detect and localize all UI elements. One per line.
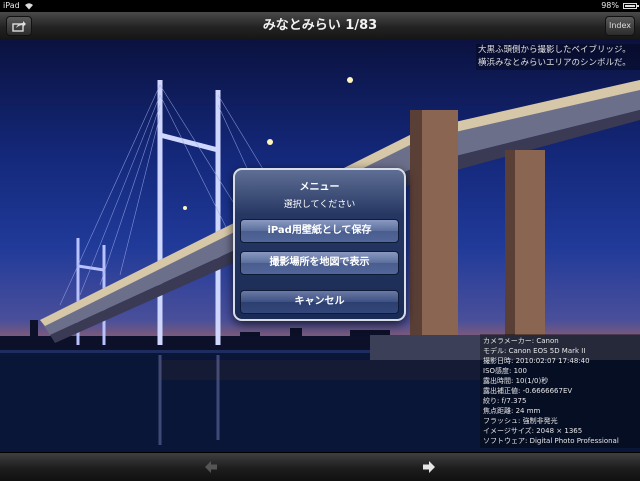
index-button[interactable]: Index: [605, 16, 635, 36]
bottom-toolbar: [0, 452, 640, 481]
exif-line: ISO感度: 100: [483, 367, 527, 375]
menu-title: メニュー: [299, 182, 340, 193]
exif-info: カメラメーカー: Canon モデル: Canon EOS 5D Mark II…: [480, 334, 640, 448]
exif-line: ソフトウェア: Digital Photo Professional: [483, 437, 619, 445]
exif-line: 露出補正値: -0.6666667EV: [483, 387, 573, 395]
carrier-label: iPad: [3, 1, 20, 10]
navigation-bar: みなとみらい 1/83 Index: [0, 12, 640, 41]
exif-line: カメラメーカー: Canon: [483, 337, 559, 345]
exif-line: 絞り: f/7.375: [483, 397, 527, 405]
exif-line: 撮影日時: 2010:02:07 17:48:40: [483, 357, 590, 365]
cancel-button[interactable]: キャンセル: [240, 290, 399, 314]
exif-line: フラッシュ: 強制非発光: [483, 417, 558, 425]
exif-line: 露出時間: 10(1/0)秒: [483, 377, 549, 385]
battery-percent: 98%: [601, 1, 619, 10]
arrow-left-icon[interactable]: [204, 460, 218, 474]
wifi-icon: [25, 3, 33, 10]
exif-line: モデル: Canon EOS 5D Mark II: [483, 347, 586, 355]
exif-line: 焦点距離: 24 mm: [483, 407, 541, 415]
menu-dialog: メニュー 選択してください iPad用壁紙として保存 撮影場所を地図で表示 キャ…: [233, 168, 406, 321]
save-wallpaper-button[interactable]: iPad用壁紙として保存: [240, 219, 399, 243]
menu-subtitle: 選択してください: [283, 200, 356, 210]
show-map-button[interactable]: 撮影場所を地図で表示: [240, 251, 399, 275]
photo-caption: 大黒ふ頭側から撮影したベイブリッジ。横浜みなとみらいエリアのシンボルだ。: [476, 44, 640, 70]
battery-icon: [623, 3, 639, 9]
exif-line: イメージサイズ: 2048 × 1365: [483, 427, 583, 435]
status-bar: iPad 98%: [0, 0, 640, 12]
page-title: みなとみらい 1/83: [262, 18, 378, 33]
arrow-right-icon[interactable]: [422, 460, 436, 474]
